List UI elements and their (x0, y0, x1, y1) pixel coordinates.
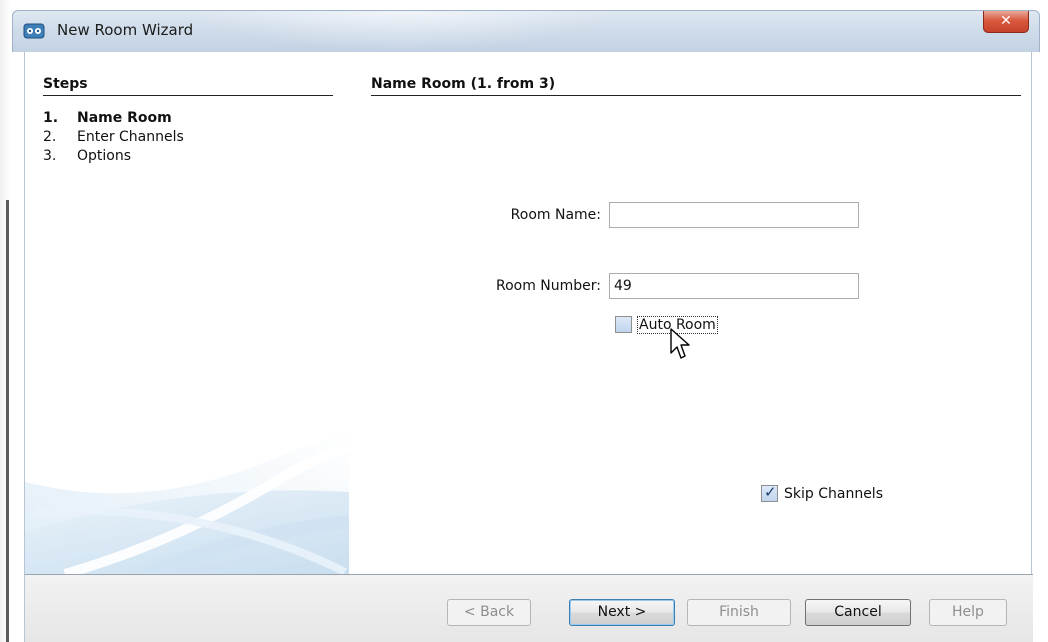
step-label: Name Room (77, 110, 172, 126)
step-label: Options (77, 148, 132, 164)
step-item-options: 3. Options (43, 148, 184, 167)
skip-channels-label[interactable]: Skip Channels (784, 486, 883, 502)
window-frame: New Room Wizard ✕ Steps 1. Name Room 2. En… (0, 0, 1048, 642)
mouse-pointer-icon (670, 328, 690, 359)
decorative-swoosh-graphic (25, 432, 349, 574)
wizard-app-icon (23, 23, 45, 39)
finish-button[interactable]: Finish (687, 599, 791, 626)
window-title: New Room Wizard (57, 21, 194, 39)
step-number: 3. (43, 148, 57, 164)
steps-list: 1. Name Room 2. Enter Channels 3. Options (43, 110, 184, 167)
step-number: 1. (43, 110, 59, 126)
skip-channels-checkbox-box[interactable] (761, 483, 778, 502)
auto-room-checkbox-box[interactable] (615, 316, 632, 333)
next-button[interactable]: Next > (569, 599, 675, 626)
room-name-input[interactable] (609, 202, 859, 228)
back-button[interactable]: < Back (447, 599, 531, 626)
button-bar: < Back Next > Finish Cancel Help (25, 575, 1033, 642)
close-button[interactable]: ✕ (983, 11, 1029, 33)
content-divider (371, 95, 1021, 96)
background-window-edge (0, 0, 10, 642)
help-button[interactable]: Help (929, 599, 1007, 626)
step-label: Enter Channels (77, 129, 184, 145)
room-number-input[interactable]: 49 (609, 273, 859, 299)
step-number: 2. (43, 129, 57, 145)
title-bar[interactable]: New Room Wizard ✕ (12, 10, 1040, 52)
close-icon: ✕ (1000, 13, 1012, 29)
room-number-label: Room Number: (495, 278, 601, 294)
step-item-enter-channels: 2. Enter Channels (43, 129, 184, 148)
room-name-label: Room Name: (510, 207, 601, 223)
steps-heading: Steps (43, 76, 88, 92)
skip-channels-checkbox[interactable]: Skip Channels (761, 483, 883, 502)
steps-divider (43, 95, 333, 96)
steps-panel: Steps 1. Name Room 2. Enter Channels 3. Opt… (25, 52, 349, 574)
page-title: Name Room (1. from 3) (371, 76, 556, 92)
step-item-name-room: 1. Name Room (43, 110, 184, 129)
auto-room-checkbox[interactable]: Auto Room (615, 315, 718, 334)
title-bar-gloss (193, 11, 613, 51)
wizard-body: Steps 1. Name Room 2. Enter Channels 3. Opt… (24, 52, 1033, 642)
cancel-button[interactable]: Cancel (805, 599, 911, 626)
